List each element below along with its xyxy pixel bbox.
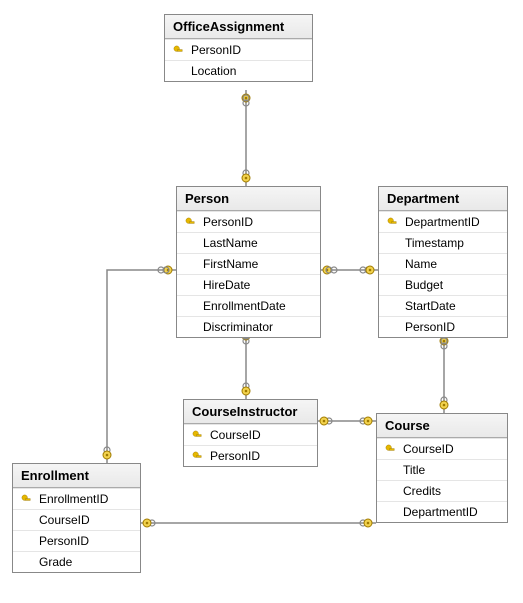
column-personid: PersonID	[379, 316, 507, 337]
table-enrollment[interactable]: Enrollment EnrollmentID CourseID PersonI…	[12, 463, 141, 573]
column-courseid: CourseID	[377, 438, 507, 459]
table-title: Enrollment	[13, 464, 140, 488]
key-icon	[381, 217, 403, 228]
key-icon	[186, 451, 208, 462]
column-personid: PersonID	[165, 39, 312, 60]
table-department[interactable]: Department DepartmentID Timestamp Name B…	[378, 186, 508, 338]
column-discriminator: Discriminator	[177, 316, 320, 337]
key-icon	[15, 494, 37, 505]
table-officeassignment[interactable]: OfficeAssignment PersonID Location	[164, 14, 313, 82]
key-icon	[167, 45, 189, 56]
column-courseid: CourseID	[184, 424, 317, 445]
column-enrollmentdate: EnrollmentDate	[177, 295, 320, 316]
table-title: Person	[177, 187, 320, 211]
table-course[interactable]: Course CourseID Title Credits Department…	[376, 413, 508, 523]
column-hiredate: HireDate	[177, 274, 320, 295]
table-title: CourseInstructor	[184, 400, 317, 424]
column-name: Name	[379, 253, 507, 274]
column-departmentid: DepartmentID	[379, 211, 507, 232]
table-person[interactable]: Person PersonID LastName FirstName HireD…	[176, 186, 321, 338]
key-icon	[186, 430, 208, 441]
column-personid: PersonID	[184, 445, 317, 466]
table-title: Course	[377, 414, 507, 438]
column-budget: Budget	[379, 274, 507, 295]
column-departmentid: DepartmentID	[377, 501, 507, 522]
column-timestamp: Timestamp	[379, 232, 507, 253]
key-icon	[179, 217, 201, 228]
column-location: Location	[165, 60, 312, 81]
column-personid: PersonID	[177, 211, 320, 232]
column-grade: Grade	[13, 551, 140, 572]
column-lastname: LastName	[177, 232, 320, 253]
table-courseinstructor[interactable]: CourseInstructor CourseID PersonID	[183, 399, 318, 467]
column-courseid: CourseID	[13, 509, 140, 530]
column-startdate: StartDate	[379, 295, 507, 316]
column-enrollmentid: EnrollmentID	[13, 488, 140, 509]
column-title: Title	[377, 459, 507, 480]
table-title: Department	[379, 187, 507, 211]
column-credits: Credits	[377, 480, 507, 501]
table-title: OfficeAssignment	[165, 15, 312, 39]
column-personid: PersonID	[13, 530, 140, 551]
column-firstname: FirstName	[177, 253, 320, 274]
key-icon	[379, 444, 401, 455]
